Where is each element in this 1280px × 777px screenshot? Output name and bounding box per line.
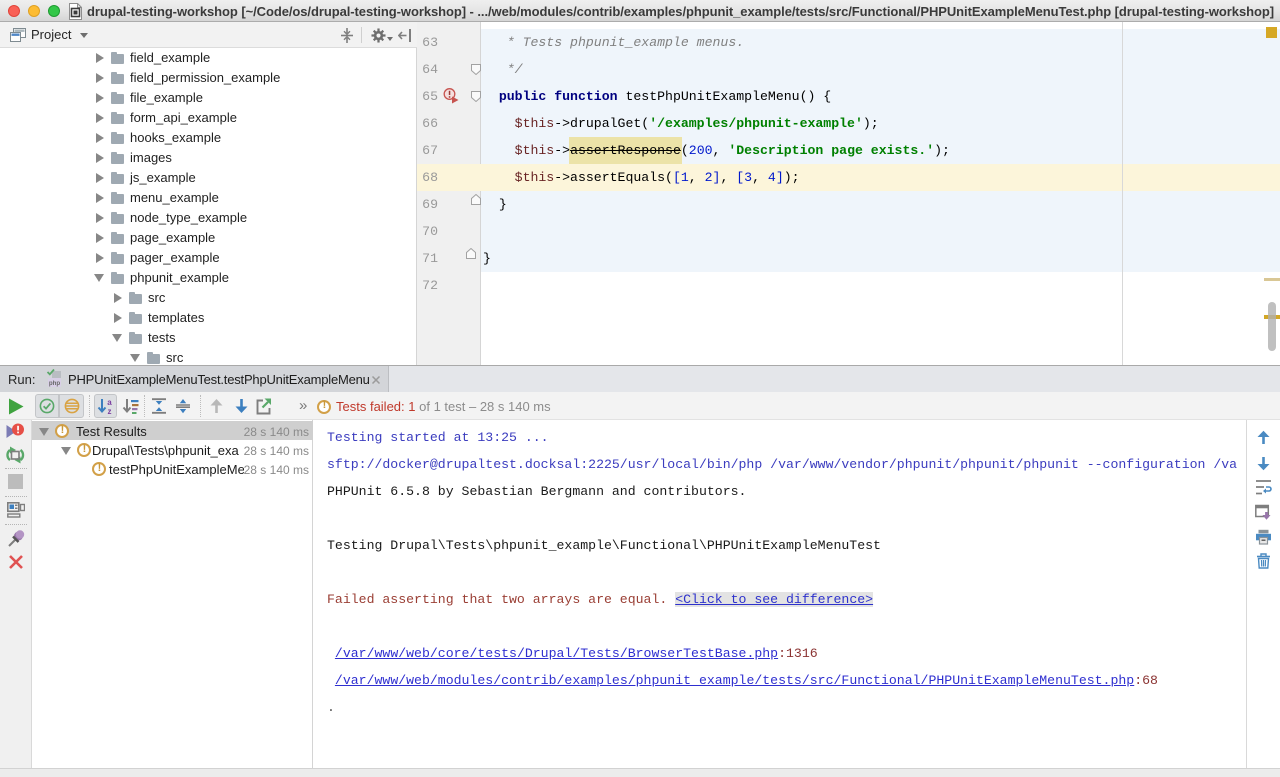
svg-text:php: php — [49, 380, 61, 387]
svg-text:z: z — [108, 407, 112, 415]
svg-text:a: a — [107, 398, 112, 407]
